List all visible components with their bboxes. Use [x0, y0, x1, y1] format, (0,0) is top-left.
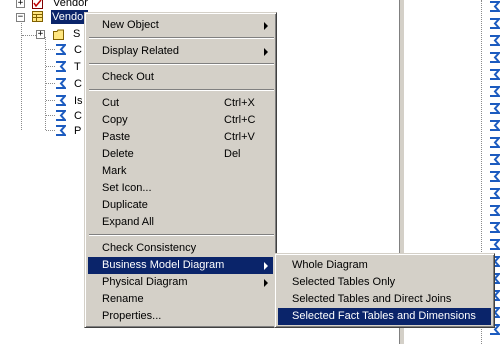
column-icon: [56, 61, 66, 72]
submenu-item-whole-diagram[interactable]: Whole Diagram: [278, 257, 491, 274]
menu-item-label: Expand All: [102, 216, 154, 228]
menu-separator: [89, 89, 274, 91]
business-model-diagram-submenu: Whole Diagram Selected Tables Only Selec…: [274, 253, 495, 328]
submenu-item-selected-tables-only[interactable]: Selected Tables Only: [278, 274, 491, 291]
menu-item-label: Display Related: [102, 45, 180, 57]
menu-item-shortcut: Ctrl+X: [224, 97, 255, 109]
context-menu: New Object Display Related Check Out Cut…: [84, 12, 277, 328]
tree-item-label[interactable]: C: [73, 43, 83, 57]
expand-icon[interactable]: +: [36, 30, 45, 39]
menu-item-business-model-diagram[interactable]: Business Model Diagram: [88, 257, 273, 274]
submenu-item-selected-tables-direct-joins[interactable]: Selected Tables and Direct Joins: [278, 291, 491, 308]
column-icon: [490, 137, 500, 148]
submenu-arrow-icon: [264, 48, 268, 56]
menu-item-label: Properties...: [102, 310, 162, 322]
menu-item-rename[interactable]: Rename: [88, 291, 273, 308]
menu-item-properties[interactable]: Properties...: [88, 308, 273, 325]
column-icon: [56, 95, 66, 106]
column-icon: [490, 222, 500, 233]
menu-separator: [89, 234, 274, 236]
menu-item-label: Physical Diagram: [102, 276, 188, 288]
column-icon: [490, 52, 500, 63]
presentation-tree: + Vendor − Vendor + S C T C Is C P: [0, 0, 92, 344]
submenu-arrow-icon: [264, 22, 268, 30]
menu-item-label: Business Model Diagram: [102, 259, 225, 271]
menu-item-label: Delete: [102, 148, 134, 160]
menu-item-check-consistency[interactable]: Check Consistency: [88, 240, 273, 257]
menu-item-shortcut: Ctrl+C: [224, 114, 256, 126]
column-icon: [490, 1, 500, 12]
tree-item-label[interactable]: C: [73, 109, 83, 123]
menu-item-label: Copy: [102, 114, 128, 126]
column-icon: [490, 171, 500, 182]
column-icon: [56, 110, 66, 121]
menu-item-shortcut: Ctrl+V: [224, 131, 255, 143]
tree-item-label[interactable]: C: [73, 77, 83, 91]
menu-item-delete[interactable]: Delete Del: [88, 146, 273, 163]
menu-separator: [89, 37, 274, 39]
menu-item-mark[interactable]: Mark: [88, 163, 273, 180]
menu-item-expand-all[interactable]: Expand All: [88, 214, 273, 231]
tree-connector-line: [46, 100, 55, 101]
menu-item-set-icon[interactable]: Set Icon...: [88, 180, 273, 197]
menu-item-label: Check Consistency: [102, 242, 197, 254]
menu-item-new-object[interactable]: New Object: [88, 17, 273, 34]
menu-item-physical-diagram[interactable]: Physical Diagram: [88, 274, 273, 291]
column-icon: [490, 69, 500, 80]
menu-item-label: Cut: [102, 97, 120, 109]
submenu-arrow-icon: [264, 279, 268, 287]
menu-item-label: Selected Fact Tables and Dimensions: [292, 310, 476, 322]
tree-connector-line: [22, 35, 36, 36]
folder-icon: [53, 29, 64, 40]
tree-item-label[interactable]: Is: [73, 94, 84, 108]
tree-item-label[interactable]: T: [73, 60, 82, 74]
menu-item-check-out[interactable]: Check Out: [88, 69, 273, 86]
column-icon: [490, 86, 500, 97]
column-icon: [56, 78, 66, 89]
tree-connector-line: [46, 66, 55, 67]
expand-icon[interactable]: +: [16, 0, 25, 8]
tree-connector-line: [46, 115, 55, 116]
column-icon: [490, 120, 500, 131]
tree-connector-line: [46, 83, 55, 84]
menu-item-label: Set Icon...: [102, 182, 152, 194]
collapse-icon[interactable]: −: [16, 13, 25, 22]
menu-item-display-related[interactable]: Display Related: [88, 43, 273, 60]
column-icon: [490, 35, 500, 46]
menu-item-label: Check Out: [102, 71, 154, 83]
submenu-arrow-icon: [264, 262, 268, 270]
column-icon: [56, 44, 66, 55]
tree-item-label[interactable]: P: [73, 124, 82, 138]
menu-item-label: Mark: [102, 165, 127, 177]
menu-item-label: Paste: [102, 131, 131, 143]
menu-item-label: Rename: [102, 293, 144, 305]
submenu-item-selected-fact-tables-dimensions[interactable]: Selected Fact Tables and Dimensions: [278, 308, 491, 325]
column-icon: [490, 103, 500, 114]
column-icon: [490, 188, 500, 199]
menu-item-label: Whole Diagram: [292, 259, 368, 271]
tree-connector-line: [46, 130, 55, 131]
tree-item-selected[interactable]: Vendor: [50, 9, 89, 25]
menu-separator: [89, 63, 274, 65]
table-icon: [32, 11, 43, 22]
tree-connector-line: [46, 49, 55, 50]
menu-item-copy[interactable]: Copy Ctrl+C: [88, 112, 273, 129]
menu-item-label: Selected Tables Only: [292, 276, 396, 288]
menu-item-shortcut: Del: [224, 148, 241, 160]
tree-item-label[interactable]: Vendor: [52, 0, 89, 10]
menu-item-cut[interactable]: Cut Ctrl+X: [88, 95, 273, 112]
catalog-icon: [32, 0, 43, 9]
menu-item-duplicate[interactable]: Duplicate: [88, 197, 273, 214]
column-icon: [490, 154, 500, 165]
menu-item-label: Selected Tables and Direct Joins: [292, 293, 452, 305]
menu-item-paste[interactable]: Paste Ctrl+V: [88, 129, 273, 146]
tree-item-label[interactable]: S: [72, 27, 81, 41]
column-icon: [490, 18, 500, 29]
column-icon: [490, 205, 500, 216]
column-icon: [490, 239, 500, 250]
menu-item-label: New Object: [102, 19, 159, 31]
menu-item-label: Duplicate: [102, 199, 148, 211]
column-icon: [56, 125, 66, 136]
